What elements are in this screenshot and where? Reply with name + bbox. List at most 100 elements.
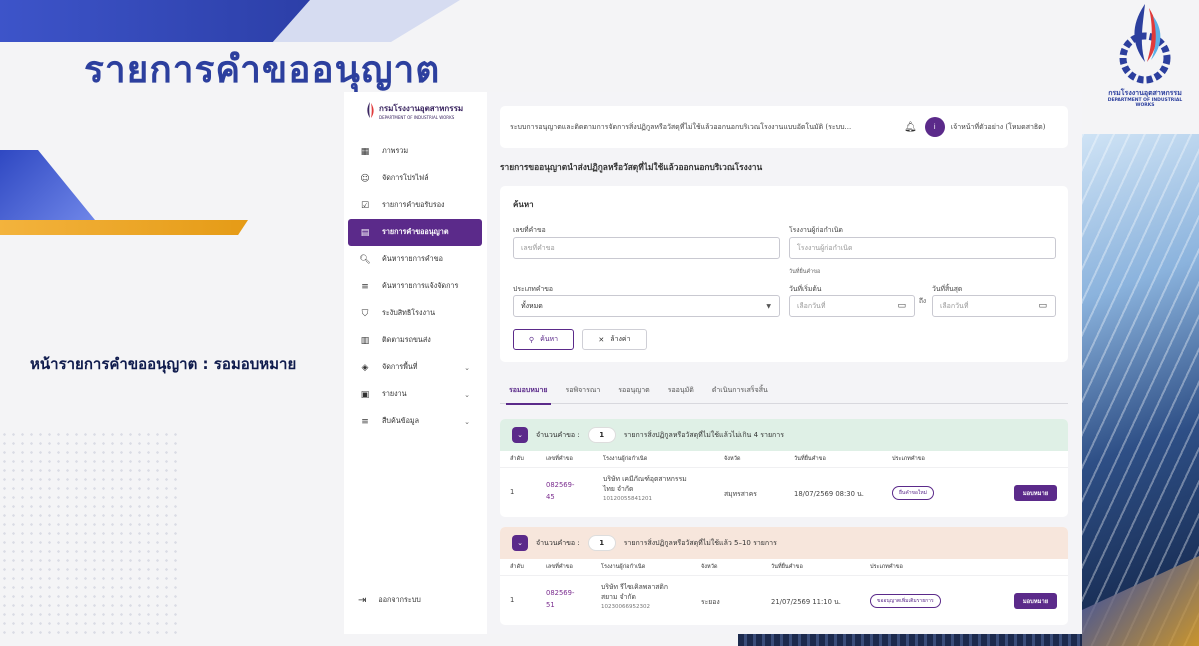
request-no-part: 51 xyxy=(546,601,555,609)
sidebar: กรมโรงงานอุตสาหกรรม DEPARTMENT OF INDUST… xyxy=(344,92,487,634)
logout-label: ออกจากระบบ xyxy=(378,595,421,604)
search-icon: ⚲ xyxy=(528,335,535,344)
factory-id: 10120055841201 xyxy=(603,496,652,502)
factory-name: สยาม จำกัด xyxy=(601,593,636,601)
main-content: ระบบการอนุญาตและติดตามการจัดการสิ่งปฏิกู… xyxy=(500,92,1068,634)
bell-icon[interactable]: 🔔︎ xyxy=(904,122,917,133)
request-no-part: 082569- xyxy=(546,589,575,597)
caret-down-icon: ▼ xyxy=(766,302,771,310)
sidebar-item-label: รายการคำขอรับรอง xyxy=(382,200,445,209)
calendar-icon[interactable]: ▭ xyxy=(897,301,906,311)
submit-date-label: วันที่ยื่นคำขอ xyxy=(789,269,821,275)
tab-awaiting-assignment[interactable]: รอมอบหมาย xyxy=(500,376,557,405)
col-request-no: เลขที่คำขอ xyxy=(546,564,573,570)
sidebar-item-reports[interactable]: ▣ รายงาน ⌄ xyxy=(348,381,482,408)
tab-completed[interactable]: ดำเนินการเสร็จสิ้น xyxy=(703,376,777,404)
assign-button[interactable]: มอบหมาย xyxy=(1014,593,1057,609)
request-no-part: 45 xyxy=(546,493,555,501)
col-submit-date: วันที่ยื่นคำขอ xyxy=(794,456,826,462)
start-date-input[interactable]: เลือกวันที่ ▭ xyxy=(789,295,915,317)
sidebar-item-label: สืบค้นข้อมูล xyxy=(382,416,420,425)
sidebar-item-manage-areas[interactable]: ◈ จัดการพื้นที่ ⌄ xyxy=(348,354,482,381)
search-button[interactable]: ⚲ ค้นหา xyxy=(513,329,574,350)
sidebar-logo[interactable]: กรมโรงงานอุตสาหกรรม DEPARTMENT OF INDUST… xyxy=(364,102,463,120)
tab-awaiting-approval[interactable]: รออนุมัติ xyxy=(659,376,703,404)
sidebar-item-label: ค้นหารายการแจ้งจัดการ xyxy=(382,281,459,290)
logout-button[interactable]: ⇥ ออกจากระบบ xyxy=(358,595,421,606)
request-type-label: ประเภทคำขอ xyxy=(513,285,553,293)
request-no-link[interactable]: 082569- 45 xyxy=(546,479,574,503)
col-index: ลำดับ xyxy=(510,564,524,570)
clear-button[interactable]: ✕ ล้างค่า xyxy=(582,329,647,350)
col-request-no: เลขที่คำขอ xyxy=(546,456,573,462)
user-circle-icon: ☺ xyxy=(360,173,370,184)
sidebar-item-suspend-factory[interactable]: ⛉ ระงับสิทธิโรงงาน xyxy=(348,300,482,327)
request-type-select[interactable]: ทั้งหมด ▼ xyxy=(513,295,780,317)
sidebar-item-certification-requests[interactable]: ☑ รายการคำขอรับรอง xyxy=(348,192,482,219)
col-request-type: ประเภทคำขอ xyxy=(892,456,925,462)
assign-button[interactable]: มอบหมาย xyxy=(1014,485,1057,501)
count-badge: 1 xyxy=(587,535,616,551)
request-type-badge: ยื่นคำขอใหม่ xyxy=(892,486,934,500)
building-photo-strip xyxy=(738,634,1082,646)
col-submit-date: วันที่ยื่นคำขอ xyxy=(771,564,803,570)
map-icon: ▥ xyxy=(360,335,370,346)
table-header: ลำดับ เลขที่คำขอ โรงงานผู้ก่อกำเนิด จังห… xyxy=(500,559,1068,575)
sidebar-item-label: รายงาน xyxy=(382,389,407,398)
avatar[interactable]: i xyxy=(924,117,945,137)
report-icon: ▣ xyxy=(360,389,370,400)
date-range-separator: ถึง xyxy=(919,297,927,305)
sidebar-item-overview[interactable]: ▦ ภาพรวม xyxy=(348,138,482,165)
sidebar-item-permit-requests[interactable]: ▤ รายการคำขออนุญาต xyxy=(348,219,482,246)
submit-date: 18/07/2569 08:30 น. xyxy=(794,490,864,498)
chevron-down-icon: ⌄ xyxy=(464,390,470,399)
sidebar-logo-subtext: DEPARTMENT OF INDUSTRIAL WORKS xyxy=(379,115,455,120)
end-date-input[interactable]: เลือกวันที่ ▭ xyxy=(932,295,1056,317)
sidebar-item-label: จัดการโปรไฟล์ xyxy=(382,173,429,182)
logout-icon: ⇥ xyxy=(358,595,367,606)
chevron-down-icon: ⌄ xyxy=(464,417,470,426)
sidebar-item-track-vehicles[interactable]: ▥ ติดตามรถขนส่ง xyxy=(348,327,482,354)
sidebar-item-search-requests[interactable]: 🔍︎ ค้นหารายการคำขอ xyxy=(348,246,482,273)
close-icon: ✕ xyxy=(598,335,605,344)
sidebar-item-label: ติดตามรถขนส่ง xyxy=(382,335,431,344)
sidebar-item-label: รายการคำขออนุญาต xyxy=(382,227,449,236)
group-header: ⌄ จำนวนคำขอ : 1 รายการสิ่งปฏิกูลหรือวัสด… xyxy=(500,419,1068,451)
sidebar-item-profile[interactable]: ☺ จัดการโปรไฟล์ xyxy=(348,165,482,192)
app-window: กรมโรงงานอุตสาหกรรม DEPARTMENT OF INDUST… xyxy=(344,92,1082,634)
table-row[interactable]: 1 082569- 51 บริษัท รีไซเคิลพลาสติก สยาม จ… xyxy=(500,575,1068,625)
system-name: ระบบการอนุญาตและติดตามการจัดการสิ่งปฏิกู… xyxy=(510,122,852,131)
sidebar-logo-text: กรมโรงงานอุตสาหกรรม xyxy=(379,104,464,113)
factory-name: บริษัท เคมีภัณฑ์อุตสาหกรรม xyxy=(603,475,687,483)
tab-under-review[interactable]: รอพิจารณา xyxy=(557,376,610,404)
collapse-toggle[interactable]: ⌄ xyxy=(512,427,528,443)
request-no-link[interactable]: 082569- 51 xyxy=(546,587,574,611)
factory-id: 10230066952302 xyxy=(601,604,650,610)
province: สมุทรสาคร xyxy=(724,490,757,498)
end-date-placeholder: เลือกวันที่ xyxy=(940,301,969,310)
user-name[interactable]: เจ้าหน้าที่ตัวอย่าง (โหมดสาธิต) xyxy=(951,122,1046,133)
factory-name: ไทย จำกัด xyxy=(603,485,634,493)
request-type-value: ทั้งหมด xyxy=(521,301,543,310)
collapse-toggle[interactable]: ⌄ xyxy=(512,535,528,551)
table-row[interactable]: 1 082569- 45 บริษัท เคมีภัณฑ์อุตสาหกรรม ไท… xyxy=(500,467,1068,517)
row-index: 1 xyxy=(510,596,515,604)
sidebar-item-data-lookup[interactable]: ≡ สืบค้นข้อมูล ⌄ xyxy=(348,408,482,435)
sidebar-item-search-notices[interactable]: ≡ ค้นหารายการแจ้งจัดการ xyxy=(348,273,482,300)
group-rule: รายการสิ่งปฏิกูลหรือวัสดุที่ไม่ใช้แล้วไม… xyxy=(623,430,784,439)
factory-input[interactable]: โรงงานผู้ก่อกำเนิด xyxy=(789,237,1056,259)
sidebar-nav: ▦ ภาพรวม ☺ จัดการโปรไฟล์ ☑ รายการคำขอรับรอง… xyxy=(348,138,482,435)
calendar-icon[interactable]: ▭ xyxy=(1038,301,1047,311)
request-type-badge: ขออนุญาตเพิ่มเติมรายการ xyxy=(870,594,941,608)
count-label: จำนวนคำขอ : xyxy=(536,430,580,439)
group-rule: รายการสิ่งปฏิกูลหรือวัสดุที่ไม่ใช้แล้ว 5… xyxy=(623,538,777,547)
table-header: ลำดับ เลขที่คำขอ โรงงานผู้ก่อกำเนิด จังห… xyxy=(500,451,1068,467)
decor-blue-triangle xyxy=(0,150,95,220)
search-panel: ค้นหา เลขที่คำขอ เลขที่คำขอ โรงงานผู้ก่อ… xyxy=(500,186,1068,362)
checkbox-icon: ☑ xyxy=(360,200,370,211)
list-search-icon: ≡ xyxy=(361,416,369,427)
request-no-input[interactable]: เลขที่คำขอ xyxy=(513,237,780,259)
factory-cell: บริษัท รีไซเคิลพลาสติก สยาม จำกัด 10230066… xyxy=(601,582,668,612)
slide-title: รายการคำขออนุญาต xyxy=(84,48,441,91)
tab-awaiting-permit[interactable]: รออนุญาต xyxy=(609,376,658,404)
